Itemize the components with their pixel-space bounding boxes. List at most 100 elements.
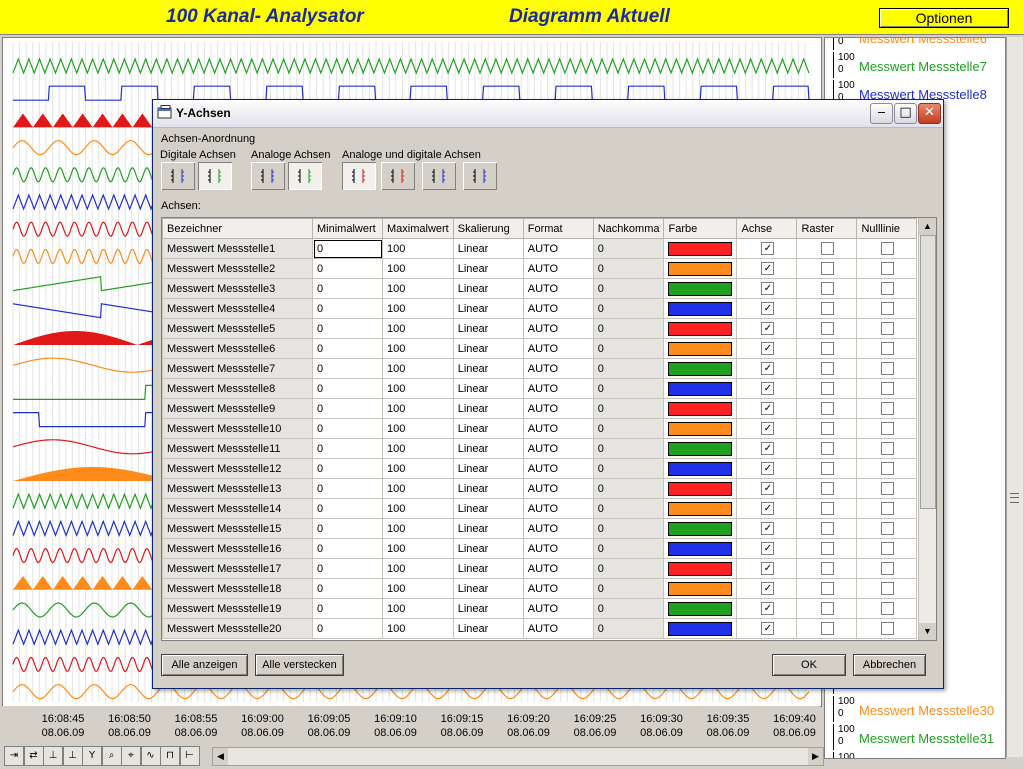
cell-color[interactable] — [663, 238, 738, 259]
cell-color[interactable] — [663, 398, 738, 419]
cell-min[interactable]: 0 — [312, 478, 383, 499]
cell-zero[interactable] — [856, 318, 918, 339]
hide-all-button[interactable]: Alle verstecken — [255, 654, 344, 676]
digital-axes-split-button[interactable] — [161, 162, 195, 190]
cell-format[interactable]: AUTO — [522, 298, 594, 319]
grid-checkbox[interactable] — [821, 442, 835, 455]
color-swatch[interactable] — [668, 241, 733, 256]
grid-checkbox[interactable] — [821, 242, 835, 255]
cell-min[interactable]: 0 — [312, 238, 383, 259]
cell-scale[interactable]: Linear — [452, 618, 524, 639]
cell-decimals[interactable]: 0 — [592, 378, 665, 399]
cell-max[interactable]: 100 — [382, 358, 454, 379]
cell-scale[interactable]: Linear — [452, 438, 524, 459]
cell-zero[interactable] — [856, 418, 918, 439]
axis-checkbox[interactable]: ✓ — [761, 422, 775, 435]
zeroline-checkbox[interactable] — [881, 522, 895, 535]
color-swatch[interactable] — [668, 301, 733, 316]
cell-color[interactable] — [663, 618, 738, 639]
cell-max[interactable]: 100 — [382, 458, 454, 479]
time-scrollbar[interactable]: ◀ ▶ — [212, 747, 824, 766]
y-axis-icon[interactable]: Y — [82, 746, 102, 766]
cell-max[interactable]: 100 — [382, 398, 454, 419]
cell-max[interactable]: 100 — [382, 538, 454, 559]
table-row[interactable]: Messwert Messstelle13 0 100 Linear AUTO 0 ✓ — [162, 478, 918, 499]
column-header[interactable]: Maximalwert — [382, 218, 454, 239]
cell-grid[interactable] — [796, 378, 858, 399]
axis-checkbox[interactable]: ✓ — [761, 382, 775, 395]
cell-axis[interactable]: ✓ — [736, 478, 798, 499]
table-row[interactable]: Messwert Messstelle9 0 100 Linear AUTO 0 ✓ — [162, 398, 918, 419]
cell-max[interactable]: 100 — [382, 378, 454, 399]
table-row[interactable]: Messwert Messstelle6 0 100 Linear AUTO 0 ✓ — [162, 338, 918, 359]
column-header[interactable]: Raster — [796, 218, 858, 239]
cell-axis[interactable]: ✓ — [736, 418, 798, 439]
cell-decimals[interactable]: 0 — [592, 538, 665, 559]
cell-scale[interactable]: Linear — [452, 258, 524, 279]
cell-scale[interactable]: Linear — [452, 598, 524, 619]
grid-checkbox[interactable] — [821, 522, 835, 535]
grid-checkbox[interactable] — [821, 302, 835, 315]
ruler-icon[interactable]: ⊢ — [179, 746, 200, 766]
cell-scale[interactable]: Linear — [452, 518, 524, 539]
cell-color[interactable] — [663, 498, 738, 519]
cell-grid[interactable] — [796, 438, 858, 459]
scroll-right-arrow-icon[interactable]: ▶ — [808, 748, 823, 765]
grid-checkbox[interactable] — [821, 542, 835, 555]
grid-checkbox[interactable] — [821, 382, 835, 395]
axis-checkbox[interactable]: ✓ — [761, 362, 775, 375]
cell-format[interactable]: AUTO — [522, 578, 594, 599]
cell-zero[interactable] — [856, 278, 918, 299]
cell-scale[interactable]: Linear — [452, 398, 524, 419]
cell-min[interactable]: 0 — [312, 378, 383, 399]
grid-checkbox[interactable] — [821, 322, 835, 335]
cell-min[interactable]: 0 — [312, 538, 383, 559]
cell-zero[interactable] — [856, 578, 918, 599]
axis-checkbox[interactable]: ✓ — [761, 502, 775, 515]
zeroline-checkbox[interactable] — [881, 482, 895, 495]
axis-checkbox[interactable]: ✓ — [761, 262, 775, 275]
cell-max[interactable]: 100 — [382, 498, 454, 519]
cell-min[interactable]: 0 — [312, 258, 383, 279]
cell-color[interactable] — [663, 278, 738, 299]
zeroline-checkbox[interactable] — [881, 282, 895, 295]
cell-min[interactable]: 0 — [312, 618, 383, 639]
legend-item[interactable]: 1000Messwert Messstelle32 — [825, 752, 1005, 758]
grid-checkbox[interactable] — [821, 262, 835, 275]
cell-min[interactable]: 0 — [312, 458, 383, 479]
cell-zero[interactable] — [856, 518, 918, 539]
table-row[interactable]: Messwert Messstelle10 0 100 Linear AUTO 0 ✓ — [162, 418, 918, 439]
scroll-right-icon[interactable]: ⇥ — [4, 746, 24, 766]
grid-checkbox[interactable] — [821, 582, 835, 595]
cell-zero[interactable] — [856, 478, 918, 499]
cell-zero[interactable] — [856, 338, 918, 359]
cell-grid[interactable] — [796, 338, 858, 359]
zeroline-checkbox[interactable] — [881, 622, 895, 635]
cell-max[interactable]: 100 — [382, 518, 454, 539]
cell-format[interactable]: AUTO — [522, 398, 594, 419]
cell-decimals[interactable]: 0 — [592, 458, 665, 479]
cell-decimals[interactable]: 0 — [592, 558, 665, 579]
cell-max[interactable]: 100 — [382, 278, 454, 299]
cell-max[interactable]: 100 — [382, 418, 454, 439]
cell-max[interactable]: 100 — [382, 318, 454, 339]
cell-format[interactable]: AUTO — [522, 358, 594, 379]
cell-min[interactable]: 0 — [312, 278, 383, 299]
cell-format[interactable]: AUTO — [522, 598, 594, 619]
cell-scale[interactable]: Linear — [452, 578, 524, 599]
legend-item[interactable]: 100 0 Messwert Messstelle31 — [825, 724, 1005, 752]
cell-max[interactable]: 100 — [382, 258, 454, 279]
dialog-titlebar[interactable]: Y-Achsen ‒ □ ✕ — [153, 100, 943, 128]
color-swatch[interactable] — [668, 421, 733, 436]
cell-zero[interactable] — [856, 618, 918, 639]
grid-checkbox[interactable] — [821, 562, 835, 575]
cell-format[interactable]: AUTO — [522, 378, 594, 399]
cell-zero[interactable] — [856, 498, 918, 519]
table-row[interactable]: Messwert Messstelle3 0 100 Linear AUTO 0 ✓ — [162, 278, 918, 299]
cell-scale[interactable]: Linear — [452, 298, 524, 319]
cursor-icon[interactable]: ⌖ — [121, 746, 141, 766]
cell-format[interactable]: AUTO — [522, 278, 594, 299]
cell-zero[interactable] — [856, 558, 918, 579]
cell-axis[interactable]: ✓ — [736, 398, 798, 419]
column-header[interactable]: Format — [522, 218, 594, 239]
